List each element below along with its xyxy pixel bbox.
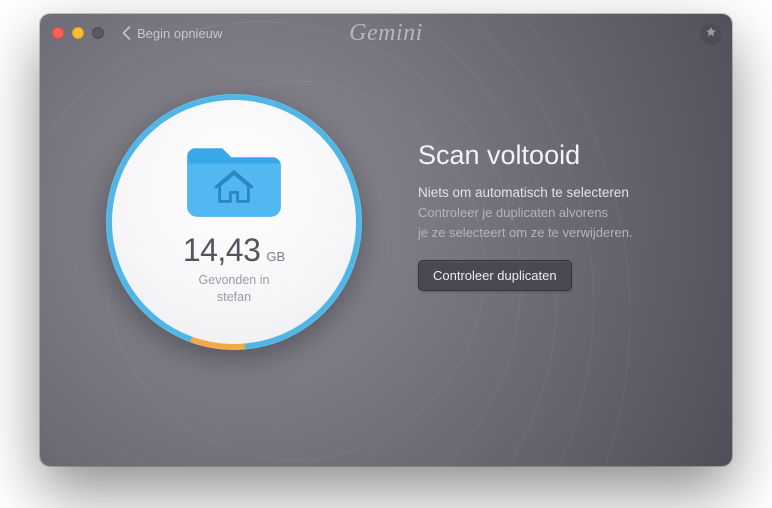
found-in-name: stefan [217,290,251,304]
back-label: Begin opnieuw [137,26,222,41]
close-window-button[interactable] [52,27,64,39]
result-panel: Scan voltooid Niets om automatisch te se… [418,140,702,291]
home-folder-icon [180,134,288,222]
chevron-left-icon [122,26,131,40]
app-window: Begin opnieuw Gemini [40,14,732,466]
headline: Scan voltooid [418,140,702,171]
minimize-window-button[interactable] [72,27,84,39]
back-button[interactable]: Begin opnieuw [122,26,222,41]
detail-line-1: Controleer je duplicaten alvorens [418,203,702,223]
review-duplicates-button[interactable]: Controleer duplicaten [418,260,572,291]
star-icon [705,25,717,43]
size-value: 14,43 [183,232,261,269]
detail-line-2: je ze selecteert om ze te verwijderen. [418,223,702,243]
result-disc: 14,43 GB Gevonden in stefan [106,94,362,350]
found-in-label: Gevonden in [199,273,270,287]
size-display: 14,43 GB [183,232,285,269]
favorites-button[interactable] [700,23,722,45]
subhead: Niets om automatisch te selecteren [418,185,702,200]
disc-inner: 14,43 GB Gevonden in stefan [112,100,356,344]
zoom-window-button[interactable] [92,27,104,39]
content-area: 14,43 GB Gevonden in stefan Scan voltooi… [40,52,732,466]
window-controls [52,27,104,39]
size-unit: GB [266,249,285,264]
titlebar: Begin opnieuw Gemini [40,14,732,52]
